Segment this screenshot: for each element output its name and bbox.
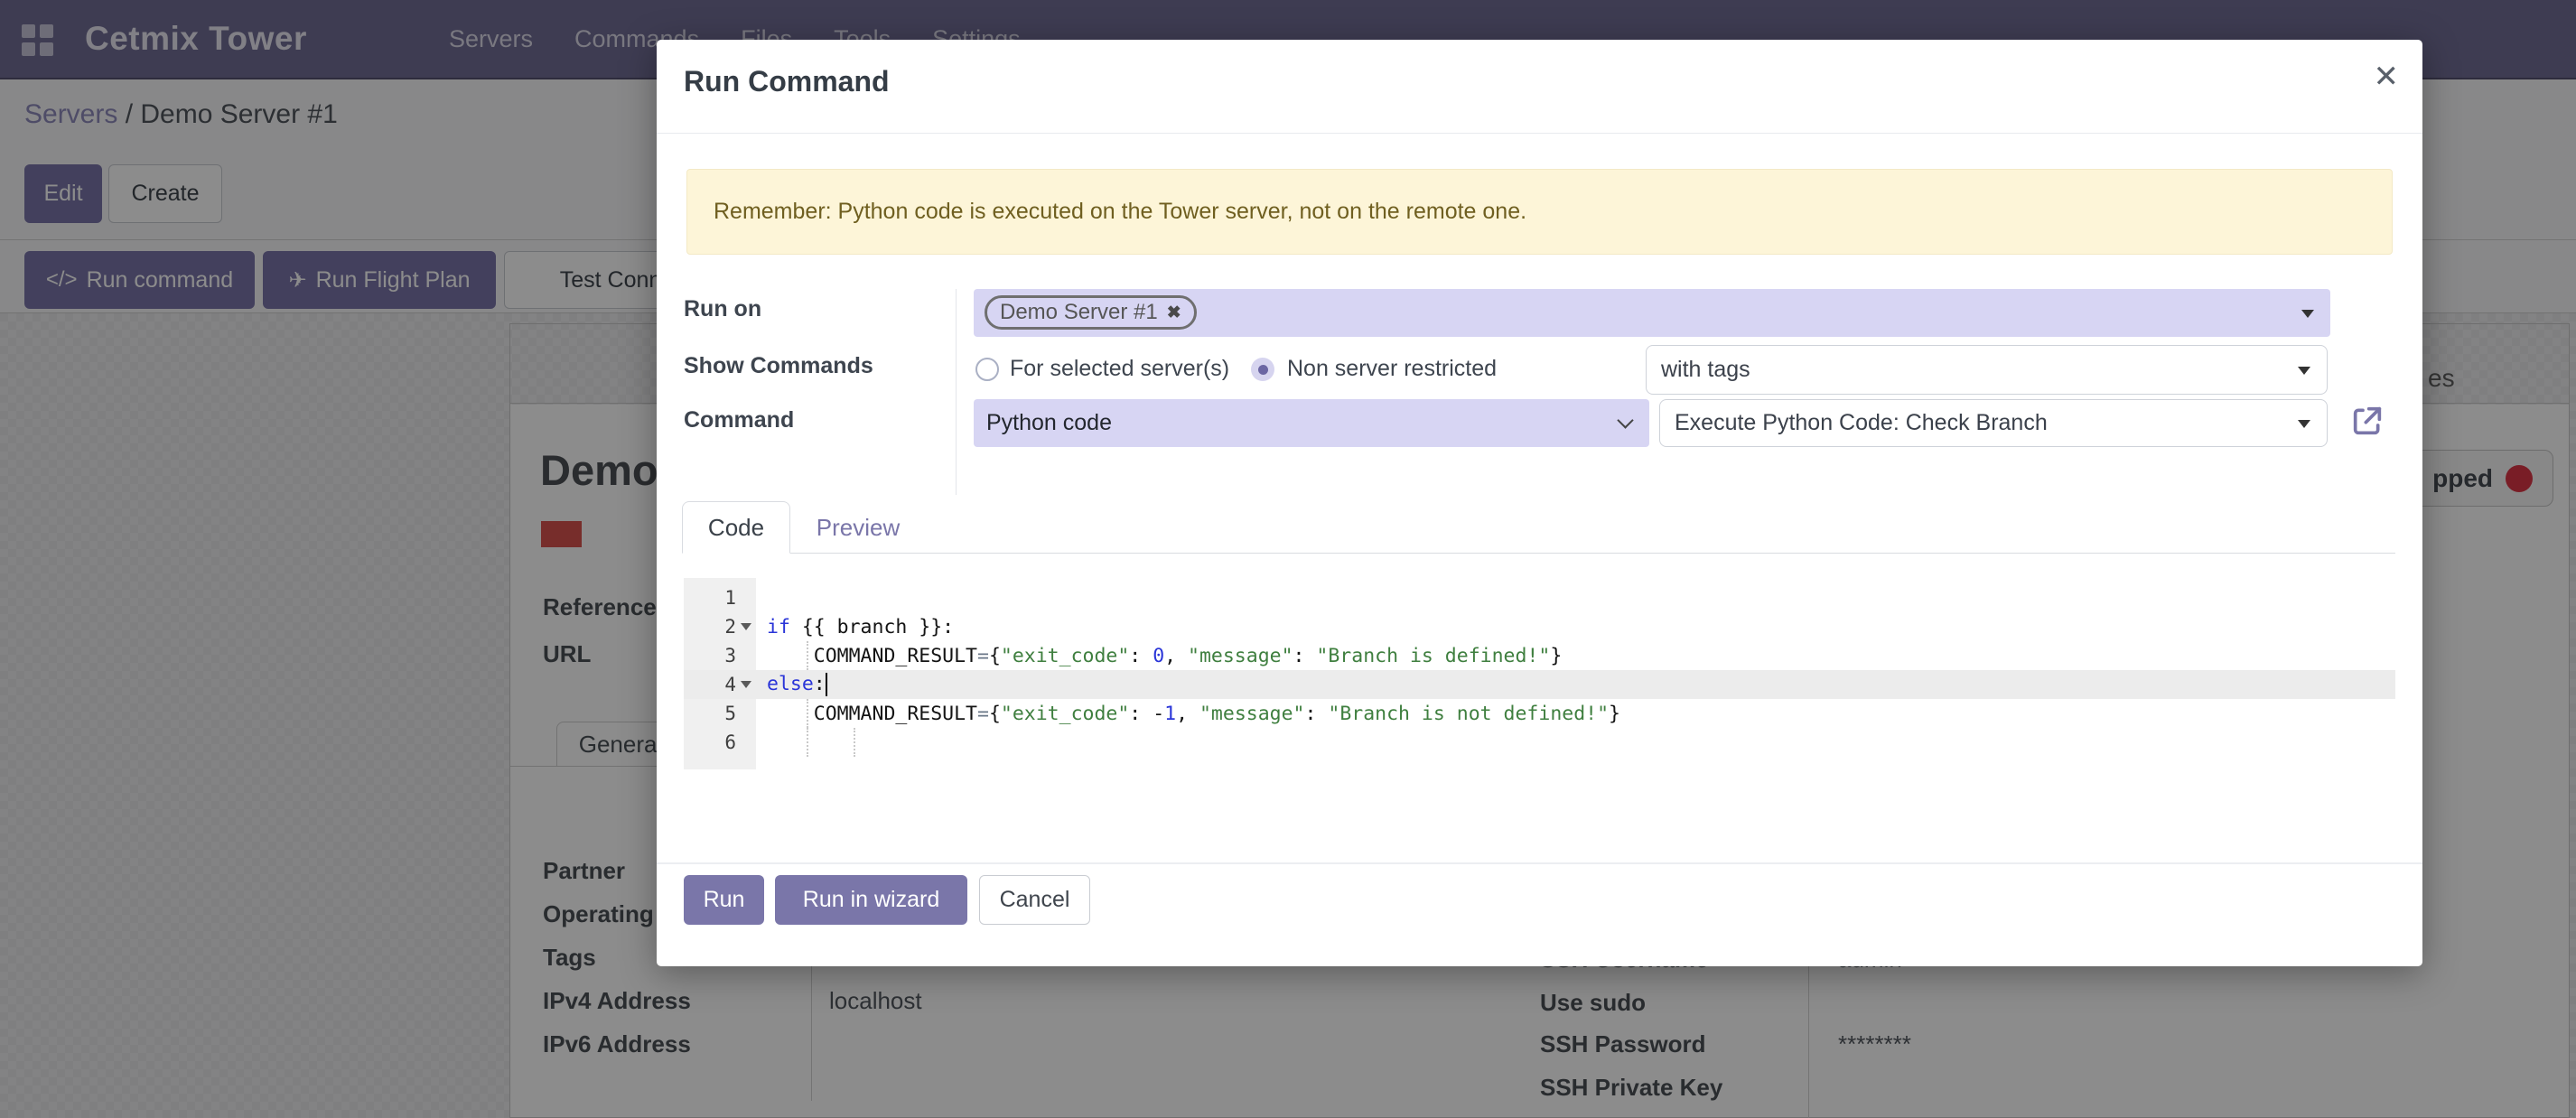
modal-title: Run Command [684,65,890,98]
command-label: Command [684,407,794,433]
tab-bar-divider [682,553,2395,554]
code-editor[interactable]: 1 2 if {{ branch }}: 3 COMMAND_RESULT={"… [684,578,2395,769]
caret-down-icon [2298,367,2310,375]
indent-guide [807,728,808,757]
close-icon[interactable]: ✕ [2374,61,2400,92]
code-line: 2 if {{ branch }}: [684,612,2395,641]
tag-remove-icon[interactable]: ✖ [1167,303,1181,323]
text-cursor [826,673,827,696]
indent-guide [807,641,808,670]
indent-guide [807,699,808,728]
app-screen: Cetmix Tower Servers Commands Files Tool… [0,0,2576,1118]
tab-preview[interactable]: Preview [790,501,926,554]
radio-non-server-restricted-label[interactable]: Non server restricted [1287,356,1497,382]
indent-guide [854,728,855,757]
chevron-down-icon [1617,412,1633,428]
tab-code[interactable]: Code [682,501,790,554]
code-line: 4 else: [684,670,2395,699]
radio-for-selected-servers[interactable] [975,358,999,381]
warning-banner: Remember: Python code is executed on the… [686,169,2393,255]
run-on-label: Run on [684,296,761,322]
code-line: 6 [684,728,2395,757]
command-type-select[interactable]: Python code [974,399,1649,447]
run-on-field[interactable]: Demo Server #1 ✖ [974,289,2330,337]
caret-down-icon [2301,310,2314,318]
modal-footer-divider [657,862,2422,864]
server-tag: Demo Server #1 ✖ [985,295,1197,330]
fold-arrow-icon[interactable] [741,623,751,630]
code-line: 3 COMMAND_RESULT={"exit_code": 0, "messa… [684,641,2395,670]
radio-for-selected-servers-label[interactable]: For selected server(s) [1010,356,1229,382]
run-button[interactable]: Run [684,875,764,925]
code-line: 5 COMMAND_RESULT={"exit_code": -1, "mess… [684,699,2395,728]
command-name-select[interactable]: Execute Python Code: Check Branch [1659,399,2328,447]
caret-down-icon [2298,420,2310,428]
radio-non-server-restricted[interactable] [1251,358,1274,381]
fold-arrow-icon[interactable] [741,681,751,688]
server-tag-label: Demo Server #1 [1000,300,1158,325]
with-tags-select[interactable]: with tags [1646,345,2328,395]
warning-text: Remember: Python code is executed on the… [714,199,1526,225]
external-link-icon[interactable] [2349,403,2385,439]
code-line: 1 [684,583,2395,612]
show-commands-label: Show Commands [684,353,873,379]
form-label-divider [956,289,957,495]
run-command-modal: Run Command ✕ Remember: Python code is e… [657,40,2422,966]
run-in-wizard-button[interactable]: Run in wizard [775,875,967,925]
cancel-button[interactable]: Cancel [979,875,1090,925]
modal-header-divider [657,133,2422,134]
